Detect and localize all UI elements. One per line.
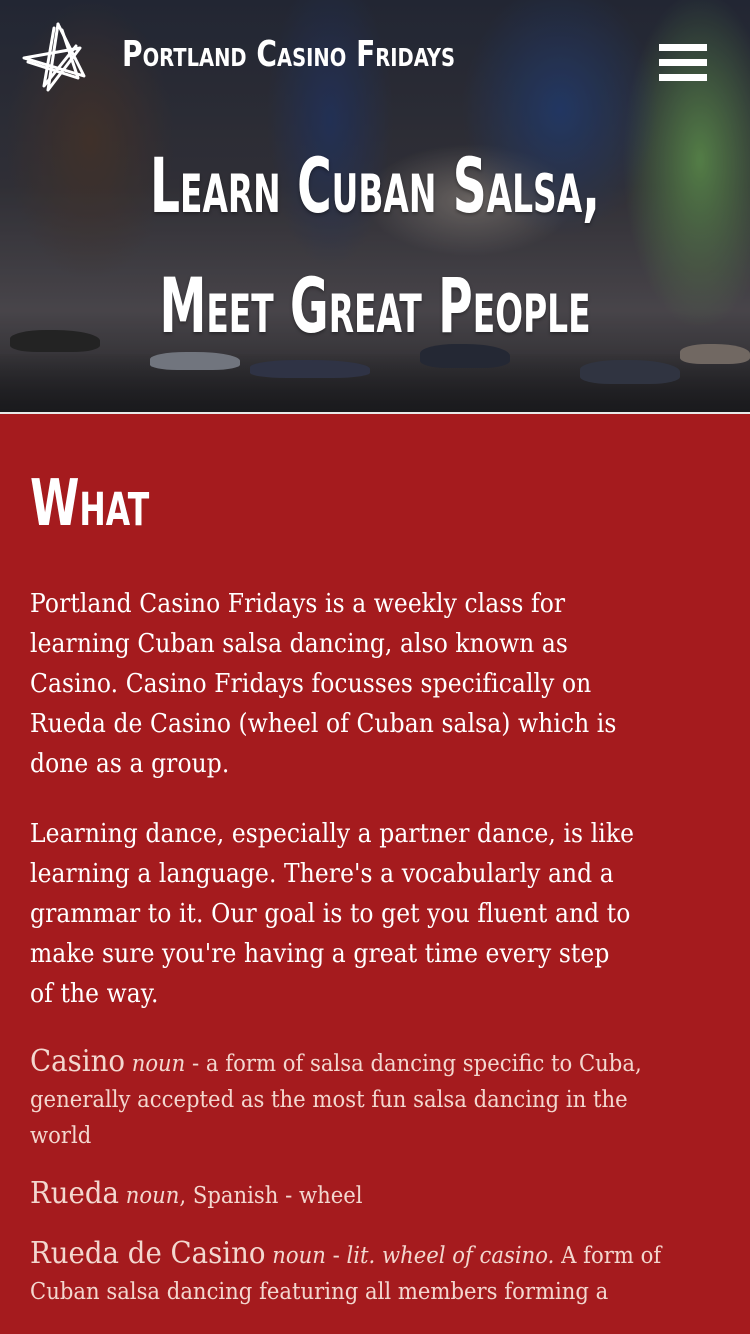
definition-text: A form of (554, 1243, 662, 1269)
definition-part-of-speech: noun (272, 1243, 326, 1269)
definition-separator: - (325, 1243, 347, 1269)
definition-term: Casino (30, 1044, 125, 1079)
definition-casino: Casino noun - a form of salsa dancing sp… (30, 1044, 720, 1154)
definition-line: generally accepted as the most fun salsa… (30, 1087, 628, 1113)
paragraph-line: Casino. Casino Fridays focusses specific… (30, 669, 592, 699)
definition-line: Rueda de Casino noun - lit. wheel of cas… (30, 1236, 665, 1274)
hero-banner: Portland Casino Fridays Learn Cuban Sals… (0, 0, 750, 414)
menu-bar (659, 74, 707, 81)
definition-term: Rueda (30, 1176, 120, 1211)
definition-rueda-de-casino: Rueda de Casino noun - lit. wheel of cas… (30, 1236, 720, 1310)
paragraph-line: of the way. (30, 979, 159, 1009)
hero-heading-line: Learn Cuban Salsa, (149, 141, 601, 230)
definition-term: Rueda de Casino (30, 1236, 266, 1271)
hamburger-menu-icon[interactable] (659, 44, 707, 84)
section-title: What (30, 467, 150, 541)
definition-line: Casino noun - a form of salsa dancing sp… (30, 1044, 665, 1082)
paragraph-line: learning Cuban salsa dancing, also known… (30, 629, 568, 659)
paragraph-line: make sure you're having a great time eve… (30, 939, 610, 969)
definition-text: - a form of salsa dancing specific to Cu… (185, 1051, 642, 1077)
menu-bar (659, 44, 707, 51)
definition-text: , Spanish - wheel (179, 1183, 363, 1209)
paragraph-line: Learning dance, especially a partner dan… (30, 819, 635, 849)
site-title[interactable]: Portland Casino Fridays (122, 34, 455, 75)
goal-paragraph: Learning dance, especially a partner dan… (30, 814, 720, 1014)
definition-rueda: Rueda noun, Spanish - wheel (30, 1176, 720, 1214)
hero-heading: Learn Cuban Salsa, Meet Great People (0, 126, 750, 366)
definition-literal: lit. wheel of casino. (346, 1243, 555, 1269)
definition-part-of-speech: noun (125, 1183, 180, 1209)
hero-divider (0, 412, 750, 414)
star-logo-icon[interactable] (18, 18, 98, 98)
definition-line: Rueda noun, Spanish - wheel (30, 1176, 665, 1214)
definition-part-of-speech: noun (131, 1051, 186, 1077)
paragraph-line: Rueda de Casino (wheel of Cuban salsa) w… (30, 709, 617, 739)
definition-line: Cuban salsa dancing featuring all member… (30, 1279, 609, 1305)
paragraph-line: Portland Casino Fridays is a weekly clas… (30, 589, 566, 619)
what-section: What Portland Casino Fridays is a weekly… (0, 414, 750, 1310)
paragraph-line: grammar to it. Our goal is to get you fl… (30, 899, 631, 929)
menu-bar (659, 59, 707, 66)
intro-paragraph: Portland Casino Fridays is a weekly clas… (30, 584, 720, 784)
definition-line: world (30, 1123, 92, 1149)
paragraph-line: done as a group. (30, 749, 230, 779)
hero-heading-line: Meet Great People (159, 261, 591, 350)
paragraph-line: learning a language. There's a vocabular… (30, 859, 614, 889)
